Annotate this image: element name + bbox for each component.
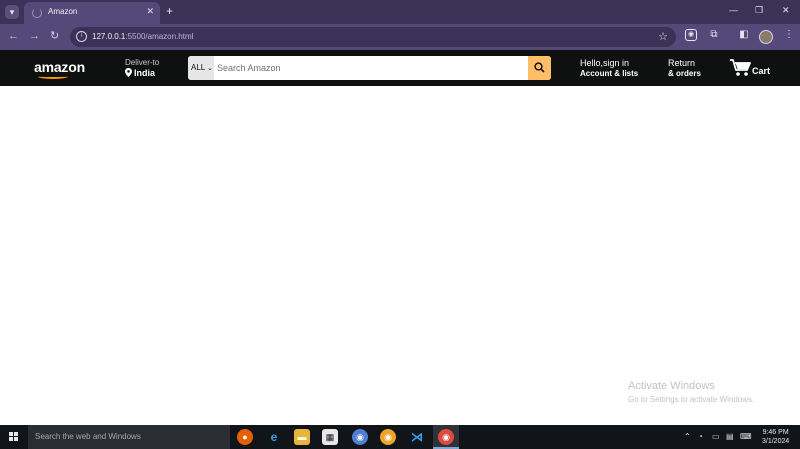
search-button[interactable]	[528, 56, 551, 80]
activate-windows-subtitle: Go to Settings to activate Windows.	[628, 395, 755, 404]
tab-close-icon[interactable]: ✕	[146, 6, 154, 17]
search-category-label: ALL	[191, 63, 205, 72]
tab-title: Amazon	[48, 7, 78, 16]
deliver-label: Deliver-to	[125, 58, 160, 67]
taskbar-search-placeholder: Search the web and Windows	[35, 432, 141, 441]
windows-taskbar: Search the web and Windows ● e ▬ ▦ ◉ ◉ ⋊…	[0, 425, 800, 449]
extension-icon[interactable]: ◉	[685, 29, 697, 41]
account-lists-link[interactable]: Account & lists	[580, 69, 638, 78]
url-path: :5500/amazon.html	[125, 32, 194, 41]
keyboard-icon[interactable]: ⌨	[740, 432, 752, 441]
search-category-select[interactable]: ALL ⌄	[188, 56, 214, 80]
close-window-button[interactable]: ✕	[782, 5, 790, 16]
chevron-down-icon: ⌄	[207, 65, 214, 72]
deliver-location[interactable]: India	[125, 68, 155, 78]
taskbar-search-box[interactable]: Search the web and Windows	[28, 425, 230, 449]
logo-smile-icon	[38, 74, 68, 79]
address-bar[interactable]: i 127.0.0.1:5500/amazon.html ☆	[70, 27, 676, 47]
windows-start-icon[interactable]	[9, 432, 19, 442]
store-icon[interactable]: ▦	[322, 429, 338, 445]
site-info-icon[interactable]: i	[76, 31, 87, 42]
firefox-icon[interactable]: ●	[237, 429, 253, 445]
clock-time: 9:46 PM	[762, 429, 789, 436]
account-greeting[interactable]: Hello,sign in	[580, 58, 629, 68]
search-input[interactable]	[215, 56, 526, 80]
battery-icon[interactable]: ▭	[712, 432, 720, 441]
search-bar: ALL ⌄	[188, 56, 551, 80]
bookmark-star-icon[interactable]: ☆	[658, 30, 668, 43]
location-pin-icon	[125, 68, 132, 77]
clock-date: 3/1/2024	[762, 438, 790, 445]
action-center-icon[interactable]: ▤	[726, 432, 734, 441]
url-host: 127.0.0.1	[92, 32, 126, 41]
search-icon	[534, 62, 545, 73]
restore-button[interactable]: ❐	[755, 5, 763, 16]
amazon-navbar: amazon Deliver-to India ALL ⌄ Hello,sign…	[0, 50, 800, 86]
tab-search-icon[interactable]: ▾	[5, 5, 19, 19]
orders-link[interactable]: & orders	[668, 69, 701, 78]
activate-windows-title: Activate Windows	[628, 380, 715, 392]
profile-avatar[interactable]	[759, 30, 773, 44]
vscode-icon[interactable]: ⋊	[409, 429, 425, 445]
taskbar-clock[interactable]: 9:46 PM 3/1/2024	[762, 428, 789, 446]
cart-icon[interactable]	[730, 59, 751, 77]
chrome-canary-icon[interactable]: ◉	[380, 429, 396, 445]
file-explorer-icon[interactable]: ▬	[294, 429, 310, 445]
new-tab-button[interactable]: +	[166, 4, 173, 18]
chrome-icon-2[interactable]: ◉	[352, 429, 368, 445]
more-menu-icon[interactable]: ⋮	[783, 29, 795, 41]
tray-chevron-icon[interactable]: ⌃	[684, 432, 691, 441]
network-icon[interactable]: ◔	[698, 432, 703, 441]
side-panel-icon[interactable]: ◧	[738, 29, 750, 41]
loading-favicon-icon	[32, 8, 42, 18]
back-icon[interactable]: ←	[8, 30, 19, 42]
browser-tab-strip: ▾ Amazon ✕ + — ❐ ✕	[0, 0, 800, 24]
deliver-location-text: India	[134, 68, 156, 78]
chrome-icon[interactable]: ◉	[438, 429, 454, 445]
edge-icon[interactable]: e	[266, 429, 282, 445]
amazon-logo[interactable]: amazon	[34, 59, 85, 75]
reload-icon[interactable]: ↻	[50, 30, 59, 42]
cart-label[interactable]: Cart	[752, 66, 770, 76]
puzzle-icon[interactable]: ⧉	[708, 29, 720, 41]
minimize-button[interactable]: —	[729, 5, 738, 15]
returns-label[interactable]: Return	[668, 58, 695, 68]
forward-icon[interactable]: →	[29, 30, 40, 42]
browser-tab[interactable]: Amazon ✕	[24, 2, 160, 24]
browser-toolbar: ← → ↻ i 127.0.0.1:5500/amazon.html ☆ ◉ ⧉…	[0, 24, 800, 50]
screen: ▾ Amazon ✕ + — ❐ ✕ ← → ↻ i 127.0.0.1:550…	[0, 0, 800, 449]
url-text: 127.0.0.1:5500/amazon.html	[92, 32, 193, 41]
